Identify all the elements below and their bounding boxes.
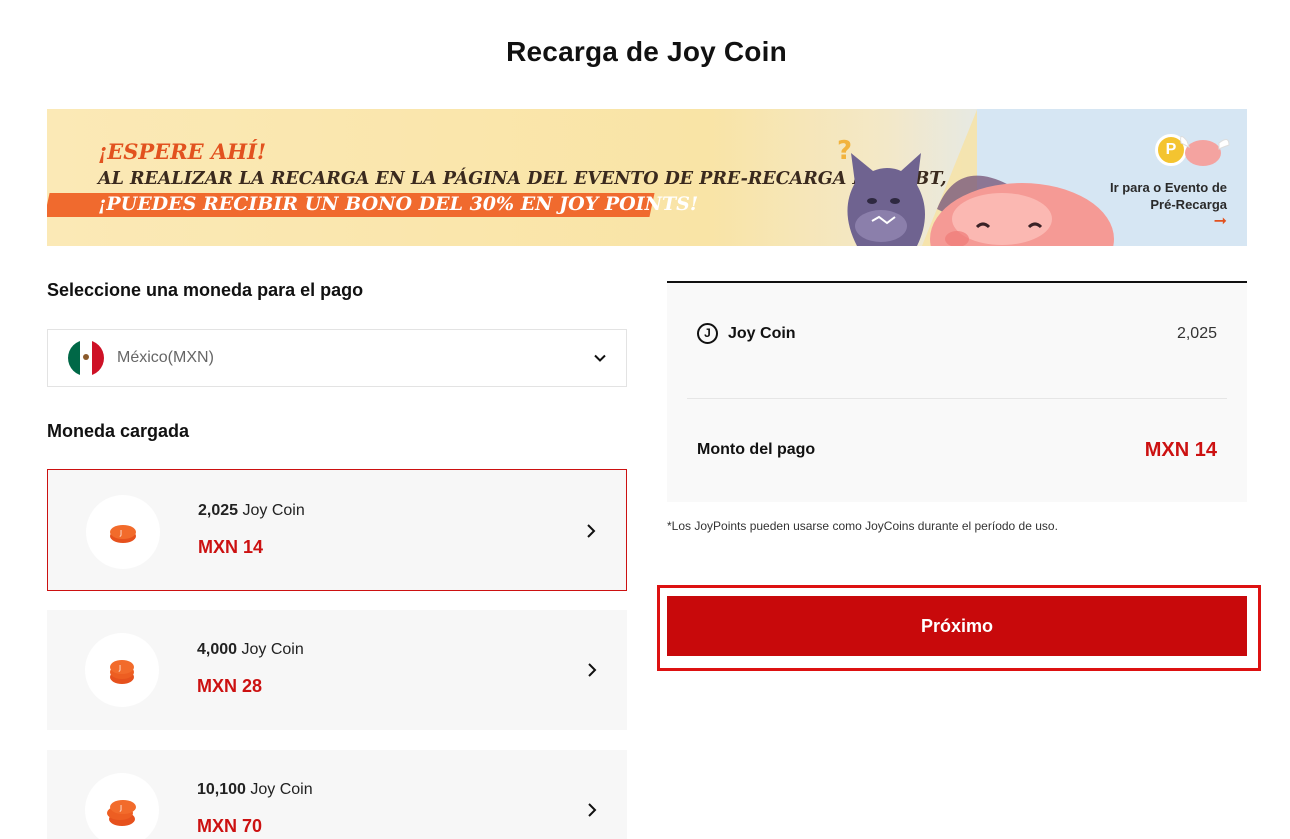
chevron-right-icon: [588, 803, 597, 817]
package-amount: 2,025 Joy Coin: [198, 502, 305, 519]
package-price: MXN 70: [197, 816, 263, 836]
coin-stack-icon: J: [85, 633, 159, 707]
package-item[interactable]: J 4,000 Joy Coin MXN 28: [47, 610, 627, 730]
packages-section-label: Moneda cargada: [47, 421, 190, 441]
currency-select[interactable]: México(MXN): [47, 329, 627, 387]
summary-coin-value: 2,025: [1176, 325, 1217, 342]
joy-coin-icon: J: [697, 323, 718, 344]
next-button[interactable]: Próximo: [667, 596, 1247, 656]
promo-banner[interactable]: ¡ESPERE AHÍ! AL REALIZAR LA RECARGA EN L…: [47, 109, 1247, 246]
coin-stack-icon: J: [86, 495, 160, 569]
summary-divider: [687, 398, 1227, 399]
currency-section-label: Seleccione una moneda para el pago: [47, 280, 364, 300]
svg-text:J: J: [118, 664, 121, 672]
summary-coin-row: J Joy Coin: [697, 323, 796, 344]
package-amount: 4,000 Joy Coin: [197, 641, 304, 658]
package-item[interactable]: J 10,100 Joy Coin MXN 70: [47, 750, 627, 839]
package-item-selected[interactable]: J 2,025 Joy Coin MXN 14: [47, 469, 627, 591]
pink-poring-icon: [930, 175, 1114, 246]
svg-text:?: ?: [837, 136, 852, 166]
svg-text:J: J: [119, 804, 122, 812]
arrow-right-icon: ➞: [1213, 213, 1227, 230]
cta-line-2: Pré-Recarga: [1150, 197, 1227, 212]
page-title: Recarga de Joy Coin: [506, 36, 787, 67]
payment-amount-label: Monto del pago: [697, 441, 816, 458]
coin-stack-icon: J: [85, 773, 159, 839]
summary-coin-label: Joy Coin: [728, 324, 796, 342]
banner-bonus-text: ¡PUEDES RECIBIR UN BONO DEL 30% EN JOY P…: [98, 193, 699, 215]
chevron-right-icon: [588, 663, 597, 677]
svg-text:J: J: [119, 529, 122, 537]
mexico-flag-icon: [68, 340, 104, 376]
banner-headline: ¡ESPERE AHÍ!: [98, 139, 267, 164]
package-price: MXN 14: [198, 537, 264, 557]
currency-selected-value: México(MXN): [117, 349, 214, 366]
chevron-down-icon: [594, 354, 606, 362]
package-amount: 10,100 Joy Coin: [197, 781, 313, 798]
order-summary: J Joy Coin 2,025 Monto del pago MXN 14: [667, 281, 1247, 502]
cta-line-1: Ir para o Evento de: [1109, 180, 1227, 195]
pre-recharge-event-link[interactable]: Ir para o Evento de Pré-Recarga ➞: [1110, 179, 1227, 230]
winged-poring-icon: [1180, 136, 1230, 166]
payment-amount-value: MXN 14: [1144, 439, 1217, 461]
joypoints-note: *Los JoyPoints pueden usarse como JoyCoi…: [667, 519, 1058, 533]
chevron-right-icon: [587, 524, 596, 538]
package-price: MXN 28: [197, 676, 263, 696]
